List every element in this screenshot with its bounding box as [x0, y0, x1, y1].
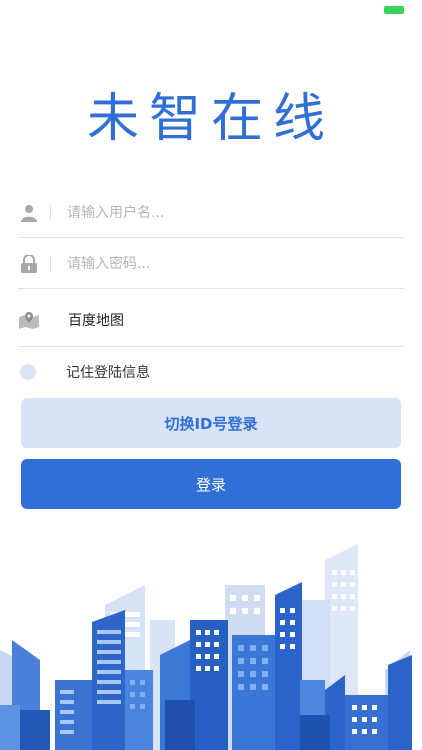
divider: [18, 288, 404, 289]
username-row: [18, 188, 404, 238]
remember-label: 记住登陆信息: [66, 365, 150, 381]
password-row: [18, 239, 404, 289]
map-select-value: 百度地图: [68, 312, 124, 329]
user-icon: [18, 202, 40, 224]
divider: [50, 257, 51, 271]
password-input[interactable]: [67, 256, 367, 272]
divider: [50, 206, 51, 220]
city-skyline-illustration: [0, 544, 412, 750]
app-logo: 未智在线: [86, 89, 335, 149]
switch-id-login-button[interactable]: 切换ID号登录: [21, 398, 401, 448]
login-button[interactable]: 登录: [21, 459, 401, 509]
map-pin-icon: [18, 309, 40, 331]
lock-icon: [18, 253, 40, 275]
map-select-row[interactable]: 百度地图: [18, 292, 404, 347]
username-input[interactable]: [67, 205, 367, 221]
battery-icon: [384, 6, 404, 14]
remember-checkbox[interactable]: 记住登陆信息: [20, 362, 150, 382]
radio-icon[interactable]: [20, 364, 36, 380]
divider: [18, 237, 404, 238]
divider: [18, 346, 404, 347]
